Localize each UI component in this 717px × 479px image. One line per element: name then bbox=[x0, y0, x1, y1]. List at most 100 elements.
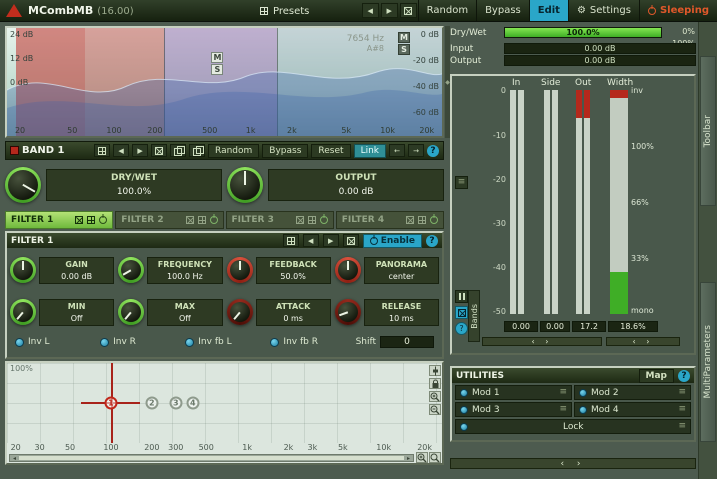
band-bypass-button[interactable]: Bypass bbox=[262, 143, 309, 158]
filter-grid-button[interactable] bbox=[282, 234, 299, 247]
inv-r-checkbox[interactable]: Inv R bbox=[100, 337, 181, 347]
grid-icon[interactable] bbox=[87, 216, 96, 224]
inv-fb-r-checkbox[interactable]: Inv fb R bbox=[270, 337, 351, 347]
sleeping-button[interactable]: Sleeping bbox=[638, 0, 717, 21]
graph-zoom-in-button[interactable] bbox=[416, 452, 428, 463]
graph-zoom-auto-button[interactable] bbox=[429, 452, 441, 463]
meter-menu-button[interactable]: ≡ bbox=[455, 176, 468, 189]
burger-icon[interactable]: ≡ bbox=[678, 388, 686, 397]
scrollbar-thumb[interactable] bbox=[19, 456, 404, 460]
drywet-readout[interactable]: DRY/WET 100.0% bbox=[46, 169, 222, 201]
max-readout[interactable]: MAX Off bbox=[147, 298, 223, 326]
mod-enable-dot[interactable] bbox=[579, 388, 587, 397]
gain-readout[interactable]: GAIN 0.00 dB bbox=[39, 256, 115, 284]
mod-1-button[interactable]: Mod 1 ≡ bbox=[455, 385, 572, 400]
mod-4-button[interactable]: Mod 4 ≡ bbox=[574, 402, 691, 417]
power-icon[interactable] bbox=[430, 216, 438, 224]
filter-prev-button[interactable]: ◀ bbox=[302, 234, 319, 247]
zoom-in-button[interactable] bbox=[429, 391, 441, 402]
min-readout[interactable]: MIN Off bbox=[39, 298, 115, 326]
attack-readout[interactable]: ATTACK 0 ms bbox=[255, 298, 331, 326]
output-knob[interactable] bbox=[227, 167, 263, 203]
frequency-readout[interactable]: FREQUENCY 100.0 Hz bbox=[147, 256, 223, 284]
global-drywet-slider[interactable]: 100.0% bbox=[504, 27, 662, 38]
gain-knob[interactable] bbox=[10, 257, 36, 283]
frequency-knob[interactable] bbox=[118, 257, 145, 283]
feedback-knob[interactable] bbox=[226, 257, 253, 283]
spectrum-analyzer[interactable]: 24 dB 12 dB 0 dB 0 dB -20 dB -40 dB -60 … bbox=[5, 26, 444, 138]
mod-enable-dot[interactable] bbox=[460, 405, 468, 414]
min-knob[interactable] bbox=[10, 299, 36, 325]
edit-button[interactable]: Edit bbox=[528, 0, 568, 21]
panorama-knob[interactable] bbox=[334, 257, 361, 283]
global-input-slider[interactable]: 0.00 dB bbox=[504, 43, 696, 54]
release-knob[interactable] bbox=[334, 299, 361, 325]
band-grid-button[interactable] bbox=[94, 144, 111, 157]
mod-enable-dot[interactable] bbox=[460, 388, 468, 397]
meter-pause-button[interactable] bbox=[455, 290, 468, 303]
scroll-left-icon[interactable]: ◂ bbox=[10, 455, 19, 462]
range-fader-button[interactable] bbox=[429, 365, 441, 376]
tab-filter-2[interactable]: FILTER 2 bbox=[115, 211, 224, 229]
next-preset-button[interactable]: ▶ bbox=[380, 3, 398, 18]
solo-icon[interactable] bbox=[406, 216, 414, 224]
band-mid-button[interactable]: M bbox=[211, 52, 224, 63]
filter-next-button[interactable]: ▶ bbox=[322, 234, 339, 247]
lock-button[interactable]: Lock ≡ bbox=[455, 419, 691, 434]
burger-icon[interactable]: ≡ bbox=[678, 422, 686, 431]
bypass-button[interactable]: Bypass bbox=[476, 0, 529, 21]
scroll-right-icon[interactable]: ▸ bbox=[404, 455, 413, 462]
width-scrollbar[interactable]: ‹ › bbox=[606, 337, 680, 346]
panorama-readout[interactable]: PANORAMA center bbox=[363, 256, 439, 284]
lock-enable-dot[interactable] bbox=[460, 422, 468, 431]
graph-plot-area[interactable]: 100% 1 2 3 4 bbox=[7, 363, 442, 443]
tab-filter-4[interactable]: FILTER 4 bbox=[335, 211, 444, 229]
band-ab-button[interactable] bbox=[151, 144, 168, 157]
settings-button[interactable]: ⚙ Settings bbox=[567, 0, 639, 21]
band-paste-button[interactable] bbox=[189, 144, 206, 157]
graph-point-2[interactable]: 2 bbox=[145, 396, 159, 410]
mod-3-button[interactable]: Mod 3 ≡ bbox=[455, 402, 572, 417]
solo-icon[interactable] bbox=[75, 216, 84, 224]
filter-help-button[interactable]: ? bbox=[426, 234, 438, 247]
prev-preset-button[interactable]: ◀ bbox=[361, 3, 379, 18]
filter-ab-button[interactable] bbox=[342, 234, 359, 247]
meter-display-button[interactable] bbox=[455, 306, 468, 319]
map-button[interactable]: Map bbox=[638, 368, 674, 383]
shift-value-field[interactable]: 0 bbox=[380, 336, 435, 348]
grid-icon[interactable] bbox=[418, 216, 426, 224]
mid-button[interactable]: M bbox=[398, 32, 410, 43]
meter-help-button[interactable]: ? bbox=[455, 322, 468, 335]
power-icon[interactable] bbox=[99, 216, 108, 224]
filter-enable-button[interactable]: Enable bbox=[362, 233, 422, 248]
graph-point-3[interactable]: 3 bbox=[169, 396, 183, 410]
grid-icon[interactable] bbox=[307, 216, 316, 224]
side-button[interactable]: S bbox=[398, 44, 410, 55]
graph-point-4[interactable]: 4 bbox=[186, 396, 200, 410]
tab-filter-3[interactable]: FILTER 3 bbox=[225, 211, 334, 229]
burger-icon[interactable]: ≡ bbox=[559, 388, 567, 397]
drywet-knob[interactable] bbox=[5, 167, 41, 203]
graph-horizontal-scrollbar[interactable]: ◂ ▸ bbox=[9, 454, 414, 462]
band-redo-button[interactable]: → bbox=[408, 144, 424, 157]
band-next-button[interactable]: ▶ bbox=[132, 144, 149, 157]
tab-filter-1[interactable]: FILTER 1 bbox=[5, 211, 114, 229]
inv-l-checkbox[interactable]: Inv L bbox=[15, 337, 96, 347]
graph-point-1[interactable]: 1 bbox=[104, 396, 118, 410]
band-reset-button[interactable]: Reset bbox=[311, 143, 351, 158]
ab-compare-button[interactable] bbox=[399, 3, 417, 18]
multiparameters-tab[interactable]: MultiParameters bbox=[700, 282, 716, 442]
right-panel-scrollbar[interactable]: ‹ › bbox=[450, 458, 696, 469]
solo-icon[interactable] bbox=[295, 216, 304, 224]
burger-icon[interactable]: ≡ bbox=[559, 405, 567, 414]
comb-shape-graph[interactable]: 100% 1 2 3 4 20 30 50 100 200 300 500 1k… bbox=[5, 361, 444, 465]
power-icon[interactable] bbox=[209, 216, 218, 224]
feedback-readout[interactable]: FEEDBACK 50.0% bbox=[255, 256, 331, 284]
mod-enable-dot[interactable] bbox=[579, 405, 587, 414]
zoom-out-button[interactable] bbox=[429, 404, 441, 415]
presets-button[interactable]: Presets bbox=[252, 0, 317, 22]
output-readout[interactable]: OUTPUT 0.00 dB bbox=[268, 169, 444, 201]
meter-scrollbar[interactable]: ‹ › bbox=[482, 337, 602, 346]
toolbar-tab[interactable]: Toolbar bbox=[700, 56, 716, 206]
band-undo-button[interactable]: ← bbox=[389, 144, 405, 157]
